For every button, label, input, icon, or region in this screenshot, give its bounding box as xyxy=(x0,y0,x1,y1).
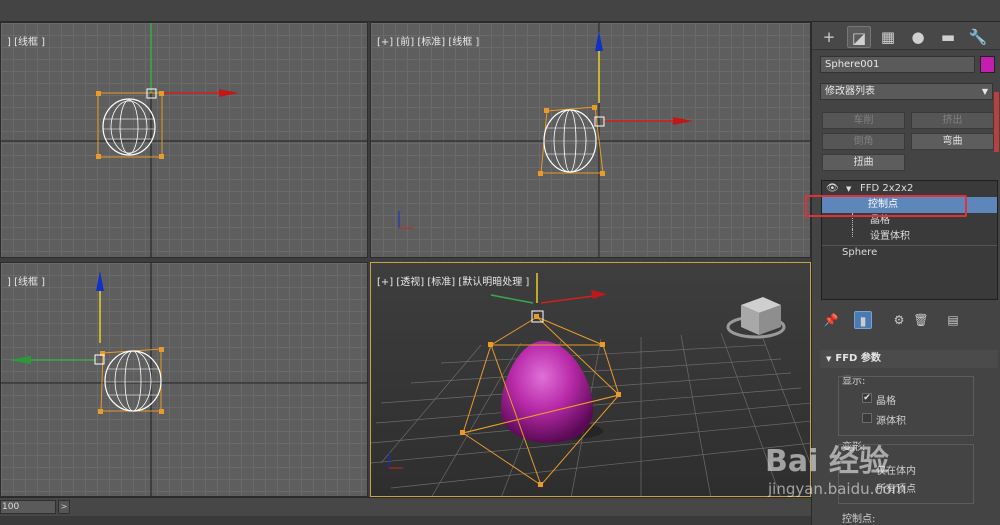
viewport-left[interactable]: ] [线框 ] xyxy=(0,262,368,497)
display-tab-icon[interactable]: ▬ xyxy=(936,26,960,48)
pin-stack-icon[interactable]: 📌 xyxy=(822,311,840,329)
viewcube-icon xyxy=(726,297,786,339)
remove-modifier-icon[interactable]: 🗑 xyxy=(912,311,930,329)
watermark-url: jingyan.baidu.com xyxy=(768,480,907,498)
panel-scrollbar[interactable] xyxy=(994,92,999,152)
stack-toolbar: 📌 ▮ ⚙ 🗑 ▤ xyxy=(812,307,1000,333)
top-toolbar xyxy=(0,0,1000,22)
extrude-button[interactable]: 挤出 xyxy=(911,112,994,129)
bevel-button[interactable]: 倒角 xyxy=(822,133,905,150)
next-frame-button[interactable]: > xyxy=(58,500,70,514)
front-viewport-scene xyxy=(371,23,810,257)
object-color-swatch[interactable] xyxy=(980,56,995,73)
control-points-group-label: 控制点: xyxy=(842,514,876,525)
lathe-button[interactable]: 车削 xyxy=(822,112,905,129)
object-name-input[interactable]: Sphere001 xyxy=(820,56,975,73)
twist-button[interactable]: 扭曲 xyxy=(822,154,905,171)
app-window: ] [线框 ] [+] [前] [标准] [线框 ]] [线框] [+] [… xyxy=(0,0,1000,525)
make-unique-icon[interactable]: ⚙ xyxy=(890,311,908,329)
viewport-front-label[interactable]: [+] [前] [标准] [线框 ] xyxy=(377,33,479,48)
stack-item-set-volume-label: 设置体积 xyxy=(870,231,910,242)
rollout-collapse-icon: ▼ xyxy=(826,355,832,363)
timeline-track[interactable] xyxy=(0,516,811,525)
display-group xyxy=(838,376,974,436)
ffd-parameters-rollout[interactable]: ▼ FFD 参数 xyxy=(820,350,998,368)
command-panel-tabs: + ◪ ▦ ● ▬ 🔧 xyxy=(812,22,1000,50)
highlight-annotation-box xyxy=(805,195,967,217)
bend-button[interactable]: 弯曲 xyxy=(911,133,994,150)
hierarchy-tab-icon[interactable]: ▦ xyxy=(876,26,900,48)
stack-item-set-volume[interactable]: 设置体积 xyxy=(822,229,997,245)
source-volume-checkbox[interactable] xyxy=(862,413,872,423)
viewport-top[interactable]: ] [线框 ] xyxy=(0,22,368,258)
stack-item-sphere-label: Sphere xyxy=(842,247,878,258)
viewport-top-label[interactable]: ] [线框 ] xyxy=(7,33,45,48)
perspective-viewport-scene xyxy=(371,273,810,496)
ffd-parameters-title: FFD 参数 xyxy=(835,353,881,364)
utilities-tab-icon[interactable]: 🔧 xyxy=(966,26,990,48)
source-volume-checkbox-label: 源体积 xyxy=(876,416,906,427)
show-end-result-icon[interactable]: ▮ xyxy=(854,311,872,329)
watermark-brand: Bai 经验 xyxy=(765,444,889,479)
left-viewport-scene xyxy=(1,263,367,496)
viewport-front[interactable]: [+] [前] [标准] [线框 ] xyxy=(370,22,811,258)
viewport-left-label[interactable]: ] [线框 ] xyxy=(7,273,45,288)
lattice-checkbox[interactable]: ✔ xyxy=(862,393,872,403)
time-slider-bar: 100 > xyxy=(0,497,811,525)
stack-item-sphere[interactable]: Sphere xyxy=(822,245,997,261)
modifier-list-label: 修改器列表 xyxy=(825,86,875,97)
create-tab-icon[interactable]: + xyxy=(817,26,841,48)
viewport-perspective[interactable]: [+] [透视] [标准] [默认明暗处理 ] xyxy=(370,262,811,497)
configure-sets-icon[interactable]: ▤ xyxy=(944,311,962,329)
modifier-list-dropdown[interactable]: 修改器列表 ▼ xyxy=(820,83,993,100)
lattice-checkbox-label: 晶格 xyxy=(876,396,896,407)
chevron-down-icon: ▼ xyxy=(981,87,988,96)
viewport-perspective-label[interactable]: [+] [透视] [标准] [默认明暗处理 ] xyxy=(377,273,529,288)
top-viewport-scene xyxy=(1,23,367,257)
frame-counter[interactable]: 100 xyxy=(0,500,56,514)
modify-tab-icon[interactable]: ◪ xyxy=(847,26,871,48)
motion-tab-icon[interactable]: ● xyxy=(906,26,930,48)
